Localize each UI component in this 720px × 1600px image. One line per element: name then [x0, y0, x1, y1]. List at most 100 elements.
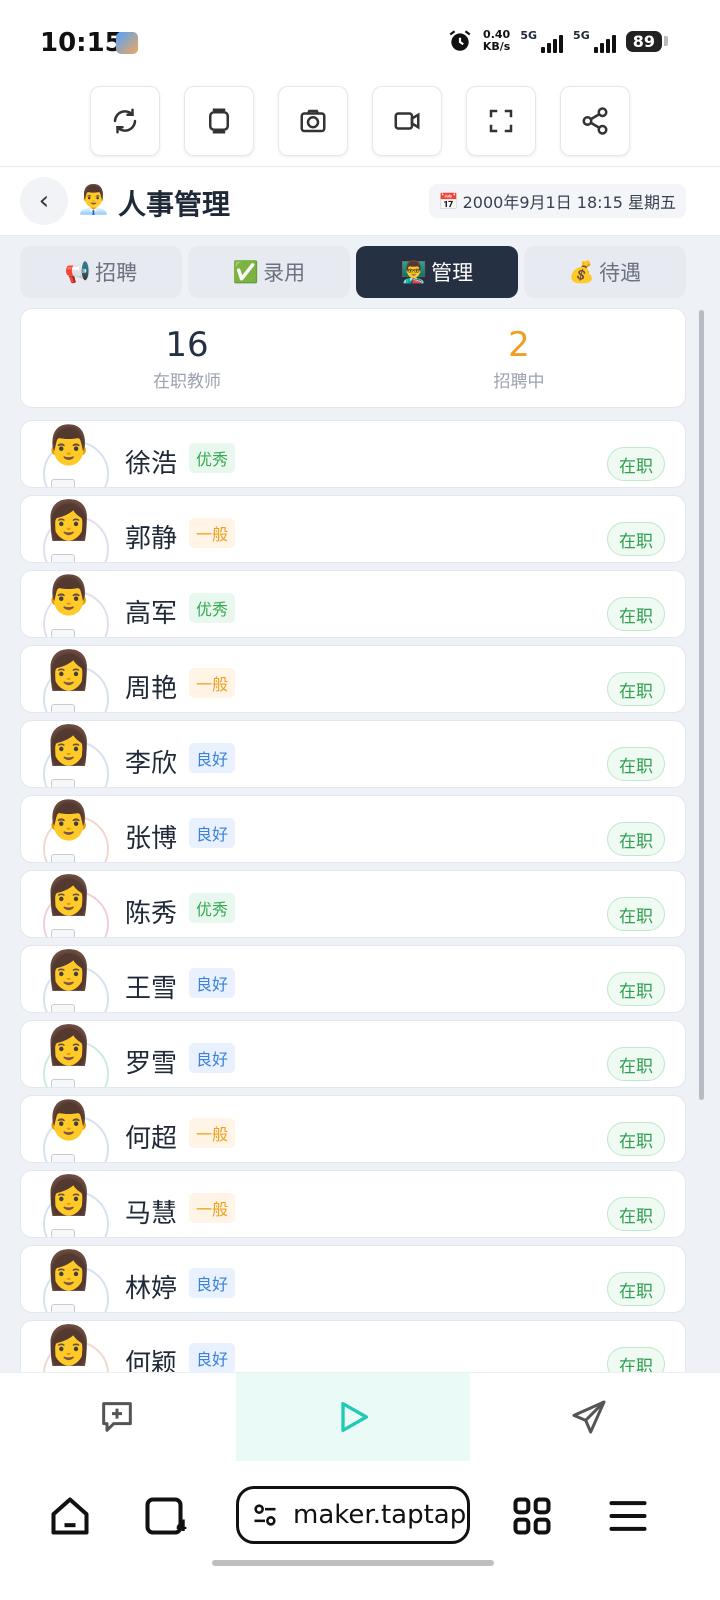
- view-link[interactable]: 查看 ›: [617, 933, 663, 937]
- status-time: 10:15: [40, 28, 123, 58]
- refresh-icon: [113, 108, 137, 134]
- calendar-icon: [51, 1154, 75, 1162]
- scrollbar[interactable]: [699, 310, 704, 1100]
- feedback-button[interactable]: [0, 1373, 234, 1461]
- teacher-card[interactable]: 👩 陈秀 优秀 在职 女 · 42岁 · 经济管理系 查看 ›: [20, 870, 686, 938]
- calendar-icon: [51, 854, 75, 862]
- teacher-name: 周艳: [125, 674, 178, 704]
- view-link[interactable]: 查看 ›: [617, 1308, 663, 1312]
- view-link[interactable]: 查看 ›: [617, 558, 663, 562]
- view-link[interactable]: 查看 ›: [617, 1233, 663, 1237]
- avatar: 👩: [45, 1323, 93, 1367]
- teacher-name: 王雪: [125, 974, 178, 1004]
- rating-badge: 良好: [189, 1268, 236, 1298]
- run-button[interactable]: [236, 1373, 470, 1461]
- stat-value: 2: [508, 324, 530, 365]
- rating-badge: 良好: [189, 968, 236, 998]
- teacher-details: 女 · 35岁 · 汽车工程系: [125, 1008, 298, 1012]
- calendar-icon: 📅: [438, 191, 459, 211]
- teacher-name: 罗雪: [125, 1049, 178, 1079]
- teacher-card[interactable]: 👩 李欣 良好 在职 女 · 55岁 · 智能制造系 查看 ›: [20, 720, 686, 788]
- calendar-icon: [51, 704, 75, 712]
- tab-hire[interactable]: ✅ 录用: [188, 246, 350, 298]
- avatar: 👩: [45, 723, 93, 767]
- view-link[interactable]: 查看 ›: [617, 1158, 663, 1162]
- view-link[interactable]: 查看 ›: [617, 1083, 663, 1087]
- teacher-card[interactable]: 👩 王雪 良好 在职 女 · 35岁 · 汽车工程系 查看 ›: [20, 945, 686, 1013]
- stats-card: 16 在职教师 2 招聘中: [20, 308, 686, 408]
- teacher-card[interactable]: 👩 周艳 一般 在职 女 · 30岁 · 汽车工程系 查看 ›: [20, 645, 686, 713]
- teacher-icon: 👨‍🏫: [400, 259, 428, 284]
- back-button[interactable]: ‹: [20, 177, 68, 225]
- layers-button[interactable]: [184, 86, 254, 156]
- tab-manage[interactable]: 👨‍🏫 管理: [356, 246, 518, 298]
- teacher-details: 女 · 42岁 · 经济管理系: [125, 933, 298, 937]
- view-link[interactable]: 查看 ›: [617, 708, 663, 712]
- rating-badge: 优秀: [189, 893, 236, 923]
- view-link[interactable]: 查看 ›: [617, 783, 663, 787]
- teacher-name: 陈秀: [125, 899, 178, 929]
- teacher-details: 男 · 34岁 · 信息技术系: [125, 1158, 298, 1162]
- teacher-details: 女 · 53岁 · 基础教学部: [125, 1083, 298, 1087]
- teacher-card[interactable]: 👨 高军 优秀 在职 男 · 33岁 · 文化艺术系 查看 ›: [20, 570, 686, 638]
- screenshot-button[interactable]: [278, 86, 348, 156]
- teacher-name: 何超: [125, 1124, 178, 1154]
- share-button[interactable]: [560, 86, 630, 156]
- home-indicator[interactable]: [212, 1560, 494, 1566]
- avatar: 👩: [45, 1173, 93, 1217]
- calendar-icon: [51, 1229, 75, 1237]
- browser-nav-bar: 4 maker.taptap: [0, 1464, 720, 1600]
- teacher-details: 女 · 40岁 · 智能制造系: [125, 1308, 298, 1312]
- action-bar: [0, 1372, 720, 1464]
- home-button[interactable]: [48, 1494, 92, 1538]
- notification-app-icon: [116, 32, 138, 54]
- teacher-card[interactable]: 👩 罗雪 良好 在职 女 · 53岁 · 基础教学部 查看 ›: [20, 1020, 686, 1088]
- view-link[interactable]: 查看 ›: [617, 858, 663, 862]
- teacher-card[interactable]: 👩 马慧 一般 在职 女 · 31岁 · 智能制造系 查看 ›: [20, 1170, 686, 1238]
- money-bag-icon: 💰: [568, 259, 596, 284]
- status-badge: 在职: [607, 522, 665, 556]
- megaphone-icon: 📢: [64, 259, 92, 284]
- status-badge: 在职: [607, 897, 665, 931]
- home-icon: [51, 1497, 89, 1535]
- menu-button[interactable]: [606, 1494, 650, 1538]
- calendar-icon: [51, 1304, 75, 1312]
- teacher-card[interactable]: 👨 何超 一般 在职 男 · 34岁 · 信息技术系 查看 ›: [20, 1095, 686, 1163]
- tab-recruit[interactable]: 📢 招聘: [20, 246, 182, 298]
- view-link[interactable]: 查看 ›: [617, 483, 663, 487]
- rating-badge: 一般: [189, 518, 236, 548]
- refresh-button[interactable]: [90, 86, 160, 156]
- avatar: 👨: [45, 1098, 93, 1142]
- url-bar[interactable]: maker.taptap: [236, 1486, 470, 1544]
- apps-button[interactable]: [510, 1494, 554, 1538]
- view-link[interactable]: 查看 ›: [617, 633, 663, 637]
- page-title: 人事管理: [118, 188, 231, 221]
- back-icon: ‹: [38, 186, 50, 216]
- status-badge: 在职: [607, 1347, 665, 1372]
- teacher-card[interactable]: 👩 林婷 良好 在职 女 · 40岁 · 智能制造系 查看 ›: [20, 1245, 686, 1313]
- teacher-details: 女 · 30岁 · 文化艺术系: [125, 558, 298, 562]
- teacher-name: 高军: [125, 599, 178, 629]
- fullscreen-button[interactable]: [466, 86, 536, 156]
- teacher-card[interactable]: 👩 何颖 良好 在职: [20, 1320, 686, 1372]
- status-badge: 在职: [607, 1047, 665, 1081]
- calendar-icon: [51, 929, 75, 937]
- status-badge: 在职: [607, 1272, 665, 1306]
- stat-label: 招聘中: [493, 371, 545, 392]
- play-icon: [341, 1402, 368, 1432]
- record-button[interactable]: [372, 86, 442, 156]
- teacher-card[interactable]: 👨 张博 良好 在职 男 · 55岁 · 现代服务系 查看 ›: [20, 795, 686, 863]
- stat-active-teachers: 16 在职教师: [21, 309, 353, 407]
- status-badge: 在职: [607, 1122, 665, 1156]
- hamburger-icon: [609, 1501, 647, 1531]
- date-display: 📅 2000年9月1日 18:15 星期五: [428, 184, 686, 218]
- tab-salary[interactable]: 💰 待遇: [524, 246, 686, 298]
- teacher-card[interactable]: 👨 徐浩 优秀 在职 男 · 30岁 · 智能制造系 查看 ›: [20, 420, 686, 488]
- avatar: 👨: [45, 798, 93, 842]
- publish-button[interactable]: [472, 1373, 706, 1461]
- site-settings-icon[interactable]: [251, 1501, 279, 1529]
- calendar-icon: [51, 479, 75, 487]
- teacher-card[interactable]: 👩 郭静 一般 在职 女 · 30岁 · 文化艺术系 查看 ›: [20, 495, 686, 563]
- avatar: 👩: [45, 1023, 93, 1067]
- view-link[interactable]: 查看 ›: [617, 1008, 663, 1012]
